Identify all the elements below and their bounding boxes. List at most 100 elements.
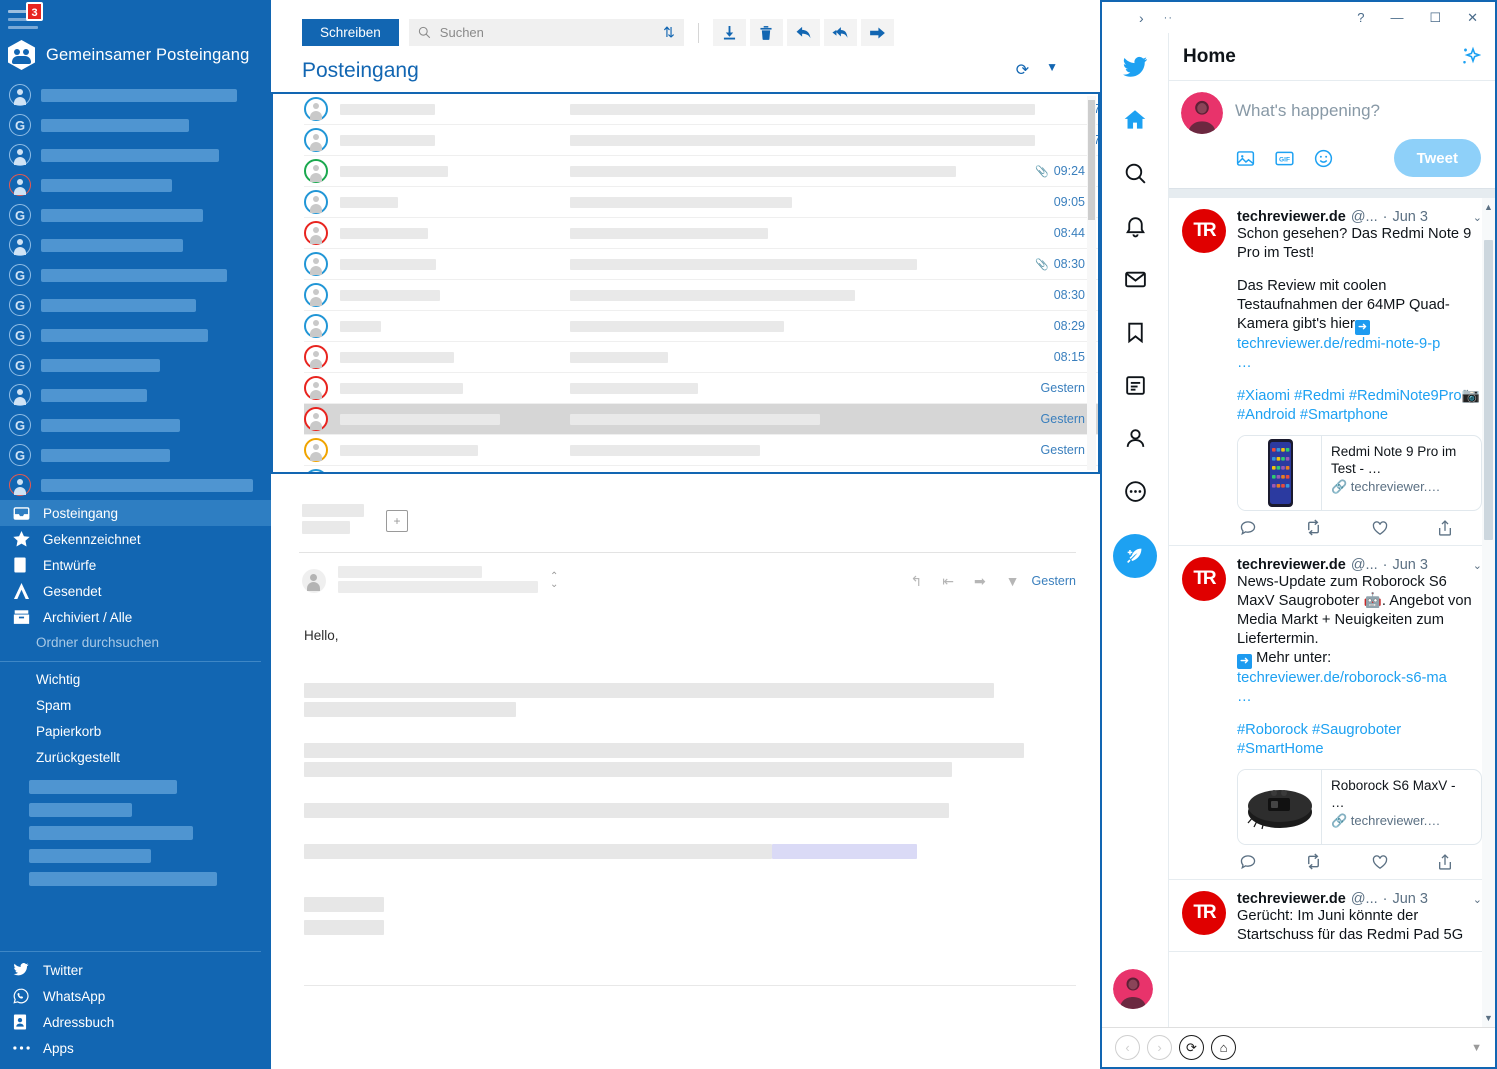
emoji-icon[interactable]	[1313, 148, 1334, 169]
profile-icon[interactable]	[1115, 418, 1155, 458]
table-row[interactable]: 08:15	[304, 342, 1098, 373]
more-dots-icon[interactable]: ··	[1156, 12, 1181, 24]
refresh-icon[interactable]: ⟳	[1016, 60, 1029, 80]
twitter-bird-icon[interactable]	[1115, 47, 1155, 87]
maximize-button[interactable]: ☐	[1418, 10, 1452, 26]
tweet-author[interactable]: techreviewer.de	[1237, 891, 1346, 907]
nav-item-whatsapp[interactable]: WhatsApp	[0, 983, 271, 1009]
close-button[interactable]: ✕	[1456, 10, 1489, 26]
account-header[interactable]: Gemeinsamer Posteingang	[0, 34, 271, 80]
message-list-scrollbar[interactable]	[1087, 96, 1096, 470]
delete-button[interactable]	[750, 19, 783, 46]
avatar[interactable]: TR	[1182, 891, 1226, 935]
chevron-down-icon[interactable]: ⌄	[1473, 211, 1482, 224]
reload-icon[interactable]: ⟳	[1179, 1035, 1204, 1060]
avatar[interactable]	[1181, 92, 1223, 134]
reply-icon[interactable]	[1239, 518, 1257, 537]
more-chevron-icon[interactable]: ▼	[1006, 573, 1020, 589]
hashtag-link[interactable]: #RedmiNote9Pro	[1349, 388, 1462, 404]
table-row[interactable]	[304, 466, 1098, 472]
chevron-down-icon[interactable]: ⌄	[1473, 559, 1482, 572]
chevron-down-icon[interactable]: ▼	[1471, 1042, 1482, 1054]
folder-plus-icon[interactable]: +	[386, 510, 408, 532]
contact-item[interactable]: G	[0, 290, 271, 320]
share-icon[interactable]	[1436, 852, 1454, 871]
hashtag-link[interactable]: #Roborock	[1237, 722, 1308, 738]
blurred-folder-item[interactable]	[29, 849, 151, 863]
help-button[interactable]: ?	[1346, 10, 1375, 25]
chevron-down-icon[interactable]: ⌄	[1473, 893, 1482, 906]
nav-item-twitter[interactable]: Twitter	[0, 957, 271, 983]
contact-item[interactable]	[0, 230, 271, 260]
sidebar-item-gesendet[interactable]: Gesendet	[0, 578, 271, 604]
feed-scrollbar[interactable]: ▲ ▼	[1482, 198, 1495, 1027]
bookmarks-icon[interactable]	[1115, 312, 1155, 352]
table-row[interactable]: 📎08:30	[304, 249, 1098, 280]
table-row[interactable]: 📎09:24	[304, 156, 1098, 187]
table-row[interactable]: Gestern	[304, 404, 1098, 435]
sparkle-icon[interactable]	[1457, 45, 1481, 69]
tweet[interactable]: TR techreviewer.de @... · Jun 3 ⌄ News-U…	[1169, 546, 1495, 880]
image-icon[interactable]	[1235, 148, 1256, 169]
reader-tab[interactable]	[302, 504, 364, 538]
notifications-bell-icon[interactable]	[1115, 206, 1155, 246]
avatar[interactable]: TR	[1182, 557, 1226, 601]
contact-item[interactable]	[0, 140, 271, 170]
contact-item[interactable]	[0, 470, 271, 500]
contact-item[interactable]: G	[0, 410, 271, 440]
sidebar-item-spam[interactable]: Spam	[0, 693, 271, 719]
tweet-link[interactable]: techreviewer.de/redmi-note-9-p	[1237, 336, 1440, 352]
forward-arrow-icon[interactable]: ›	[1147, 1035, 1172, 1060]
like-icon[interactable]	[1371, 518, 1389, 537]
sidebar-item-gekennzeichnet[interactable]: Gekennzeichnet	[0, 526, 271, 552]
retweet-icon[interactable]	[1304, 518, 1323, 537]
sidebar-item-entw-rfe[interactable]: Entwürfe	[0, 552, 271, 578]
sidebar-item-wichtig[interactable]: Wichtig	[0, 667, 271, 693]
hashtag-link[interactable]: #Redmi	[1294, 388, 1345, 404]
sidebar-item-archiviert-alle[interactable]: Archiviert / Alle	[0, 604, 271, 630]
forward-icon[interactable]: ➡	[974, 573, 986, 590]
retweet-icon[interactable]	[1304, 852, 1323, 871]
avatar[interactable]: TR	[1182, 209, 1226, 253]
search-folders[interactable]: Ordner durchsuchen	[0, 630, 271, 656]
table-row[interactable]: 17:03	[304, 94, 1098, 125]
sort-icon[interactable]: ⇅	[663, 24, 675, 41]
hashtag-link[interactable]: #Xiaomi	[1237, 388, 1290, 404]
tweet[interactable]: TR techreviewer.de @... · Jun 3 ⌄ Gerüch…	[1169, 880, 1495, 952]
more-circle-icon[interactable]	[1115, 471, 1155, 511]
scroll-down-icon[interactable]: ▼	[1484, 1013, 1493, 1023]
link-preview-card[interactable]: Redmi Note 9 Pro im Test - … 🔗 techrevie…	[1237, 435, 1482, 511]
contact-item[interactable]: G	[0, 200, 271, 230]
messages-envelope-icon[interactable]	[1115, 259, 1155, 299]
tweet-author[interactable]: techreviewer.de	[1237, 557, 1346, 573]
blurred-folder-item[interactable]	[29, 780, 177, 794]
home-icon[interactable]: ⌂	[1211, 1035, 1236, 1060]
stepper-icon[interactable]: ⌃⌄	[550, 573, 558, 589]
reply-all-button[interactable]	[824, 19, 857, 46]
contact-item[interactable]: G	[0, 440, 271, 470]
tweet-link[interactable]: techreviewer.de/roborock-s6-ma	[1237, 670, 1447, 686]
sidebar-item-papierkorb[interactable]: Papierkorb	[0, 719, 271, 745]
minimize-button[interactable]: —	[1379, 10, 1414, 25]
table-row[interactable]: Gestern	[304, 373, 1098, 404]
sidebar-item-zurückgestellt[interactable]: Zurückgestellt	[0, 745, 271, 771]
table-row[interactable]: 09:05	[304, 187, 1098, 218]
share-icon[interactable]	[1436, 518, 1454, 537]
reply-icon[interactable]: ↰	[910, 573, 922, 590]
contact-item[interactable]	[0, 380, 271, 410]
hashtag-link[interactable]: #Android	[1237, 407, 1296, 423]
compose-feather-icon[interactable]	[1113, 534, 1157, 578]
link-preview-card[interactable]: Roborock S6 MaxV - … 🔗 techreviewer.…	[1237, 769, 1482, 845]
tweet-input[interactable]: What's happening?	[1235, 92, 1481, 139]
menu-toggle[interactable]: 3	[0, 0, 271, 34]
contact-item[interactable]: G	[0, 350, 271, 380]
blurred-folder-item[interactable]	[29, 872, 217, 886]
contact-item[interactable]: G	[0, 260, 271, 290]
tweet-button[interactable]: Tweet	[1394, 139, 1481, 177]
table-row[interactable]: 08:44	[304, 218, 1098, 249]
lists-icon[interactable]	[1115, 365, 1155, 405]
home-icon[interactable]	[1115, 100, 1155, 140]
like-icon[interactable]	[1371, 852, 1389, 871]
contact-item[interactable]	[0, 80, 271, 110]
tweet-author[interactable]: techreviewer.de	[1237, 209, 1346, 225]
